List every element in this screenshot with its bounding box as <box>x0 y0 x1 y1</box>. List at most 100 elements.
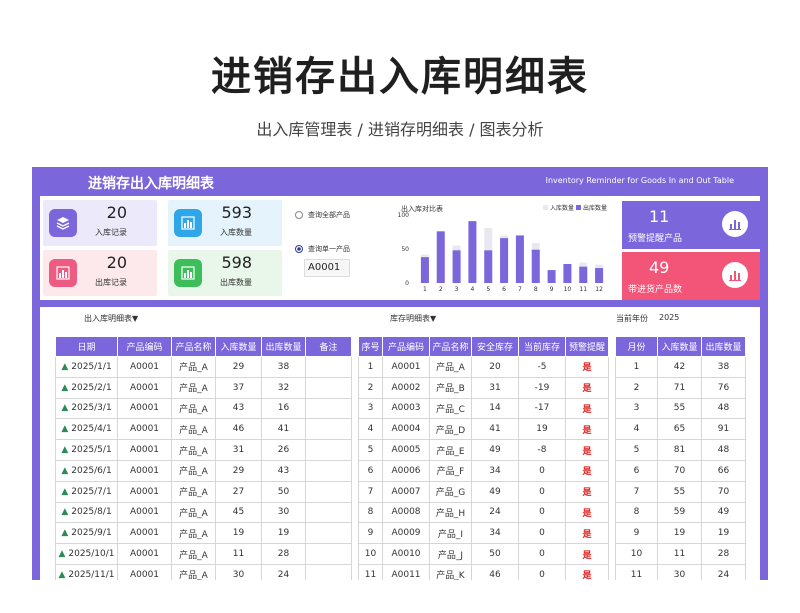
table-cell[interactable]: 11 <box>215 543 262 565</box>
table-row[interactable]: 7 55 70 <box>615 480 746 503</box>
table-row[interactable]: 1 A0001 产品_A 20 -5 是 <box>358 356 609 378</box>
table-cell[interactable]: ▲ 2025/7/1 <box>55 480 118 503</box>
table-row[interactable]: 3 55 48 <box>615 397 746 420</box>
table-cell[interactable]: ▲ 2025/5/1 <box>55 439 118 461</box>
table-row[interactable]: 5 A0005 产品_E 49 -8 是 <box>358 439 609 461</box>
table-cell[interactable]: A0004 <box>382 418 430 441</box>
table-row[interactable]: 7 A0007 产品_G 49 0 是 <box>358 480 609 503</box>
table-cell[interactable]: 32 <box>261 376 306 399</box>
table-cell[interactable]: 3 <box>358 397 383 420</box>
table-row[interactable]: ▲ 2025/7/1 A0001 产品_A 27 50 <box>55 480 352 503</box>
table-cell[interactable]: 49 <box>471 439 519 461</box>
table-cell[interactable]: A0002 <box>382 376 430 399</box>
table-row[interactable]: ▲ 2025/4/1 A0001 产品_A 46 41 <box>55 418 352 441</box>
table-cell[interactable] <box>305 543 352 565</box>
table-cell[interactable]: 0 <box>518 543 566 565</box>
table-cell[interactable]: A0001 <box>117 563 172 580</box>
table-row[interactable]: 8 A0008 产品_H 24 0 是 <box>358 501 609 524</box>
table-cell[interactable]: 19 <box>701 522 746 545</box>
table-cell[interactable]: A0001 <box>117 522 172 545</box>
table-cell[interactable]: 41 <box>261 418 306 441</box>
table-cell[interactable]: 0 <box>518 563 566 580</box>
table-cell[interactable]: ▲ 2025/4/1 <box>55 418 118 441</box>
table-cell[interactable]: A0001 <box>117 376 172 399</box>
table-cell[interactable]: 产品_A <box>171 439 216 461</box>
table-cell[interactable]: 71 <box>657 376 702 399</box>
table-cell[interactable]: 59 <box>657 501 702 524</box>
product-code-input[interactable]: A0001 <box>304 259 350 277</box>
table-cell[interactable]: 49 <box>701 501 746 524</box>
table-cell[interactable]: 8 <box>358 501 383 524</box>
table-cell[interactable]: 26 <box>261 439 306 461</box>
table-cell[interactable]: 产品_G <box>429 480 472 503</box>
table-cell[interactable]: 14 <box>471 397 519 420</box>
table-cell[interactable]: 27 <box>215 480 262 503</box>
table-cell[interactable]: 30 <box>657 563 702 580</box>
table-cell[interactable]: 76 <box>701 376 746 399</box>
table-cell[interactable]: 2 <box>615 376 658 399</box>
table-cell[interactable]: 43 <box>261 459 306 482</box>
table-cell[interactable]: 31 <box>471 376 519 399</box>
table-cell[interactable]: 6 <box>615 459 658 482</box>
table-cell[interactable]: 是 <box>565 543 609 565</box>
table-cell[interactable]: 48 <box>701 439 746 461</box>
table-cell[interactable]: 41 <box>471 418 519 441</box>
table-cell[interactable]: 19 <box>657 522 702 545</box>
table-row[interactable]: 2 A0002 产品_B 31 -19 是 <box>358 376 609 399</box>
table-cell[interactable]: 产品_H <box>429 501 472 524</box>
table-cell[interactable]: 产品_F <box>429 459 472 482</box>
table-row[interactable]: 10 A0010 产品_J 50 0 是 <box>358 543 609 565</box>
table-cell[interactable]: 29 <box>215 459 262 482</box>
table-cell[interactable]: -8 <box>518 439 566 461</box>
table-cell[interactable]: 24 <box>471 501 519 524</box>
table-cell[interactable]: 2 <box>358 376 383 399</box>
table-cell[interactable]: 9 <box>615 522 658 545</box>
table-cell[interactable]: 70 <box>657 459 702 482</box>
table-cell[interactable]: 5 <box>615 439 658 461</box>
table-cell[interactable]: A0001 <box>117 418 172 441</box>
table-cell[interactable]: 29 <box>215 356 262 378</box>
table-cell[interactable]: 产品_A <box>171 501 216 524</box>
table-cell[interactable]: 是 <box>565 459 609 482</box>
table-cell[interactable]: 66 <box>701 459 746 482</box>
table-cell[interactable]: 0 <box>518 480 566 503</box>
table-cell[interactable]: 产品_E <box>429 439 472 461</box>
table-cell[interactable]: 49 <box>471 480 519 503</box>
table-cell[interactable]: ▲ 2025/6/1 <box>55 459 118 482</box>
table-cell[interactable]: 34 <box>471 459 519 482</box>
table-cell[interactable]: ▲ 2025/11/1 <box>55 563 118 580</box>
table-cell[interactable]: A0010 <box>382 543 430 565</box>
table-cell[interactable]: 8 <box>615 501 658 524</box>
table-cell[interactable] <box>305 397 352 420</box>
table-cell[interactable]: -17 <box>518 397 566 420</box>
table-cell[interactable]: A0001 <box>382 356 430 378</box>
table-row[interactable]: 11 30 24 <box>615 563 746 580</box>
table-cell[interactable]: 是 <box>565 418 609 441</box>
table-cell[interactable]: 28 <box>261 543 306 565</box>
table-cell[interactable]: A0001 <box>117 397 172 420</box>
table-cell[interactable]: 81 <box>657 439 702 461</box>
radio-single[interactable] <box>295 245 303 253</box>
table-cell[interactable]: 3 <box>615 397 658 420</box>
table-cell[interactable] <box>305 522 352 545</box>
table-cell[interactable]: 20 <box>471 356 519 378</box>
table-cell[interactable]: 91 <box>701 418 746 441</box>
table-cell[interactable]: 48 <box>701 397 746 420</box>
table-row[interactable]: 8 59 49 <box>615 501 746 524</box>
table-cell[interactable]: 34 <box>471 522 519 545</box>
table-row[interactable]: 3 A0003 产品_C 14 -17 是 <box>358 397 609 420</box>
table-row[interactable]: 10 11 28 <box>615 543 746 565</box>
table-cell[interactable]: 产品_A <box>171 563 216 580</box>
table-row[interactable]: ▲ 2025/1/1 A0001 产品_A 29 38 <box>55 356 352 378</box>
radio-all[interactable] <box>295 211 303 219</box>
table-cell[interactable]: 10 <box>615 543 658 565</box>
table-cell[interactable]: 是 <box>565 356 609 378</box>
table-cell[interactable]: 产品_A <box>171 376 216 399</box>
table-row[interactable]: 11 A0011 产品_K 46 0 是 <box>358 563 609 580</box>
table-cell[interactable]: 50 <box>261 480 306 503</box>
table-row[interactable]: ▲ 2025/11/1 A0001 产品_A 30 24 <box>55 563 352 580</box>
table-cell[interactable]: 19 <box>261 522 306 545</box>
table-row[interactable]: ▲ 2025/10/1 A0001 产品_A 11 28 <box>55 543 352 565</box>
table-cell[interactable]: 16 <box>261 397 306 420</box>
table-cell[interactable]: A0011 <box>382 563 430 580</box>
